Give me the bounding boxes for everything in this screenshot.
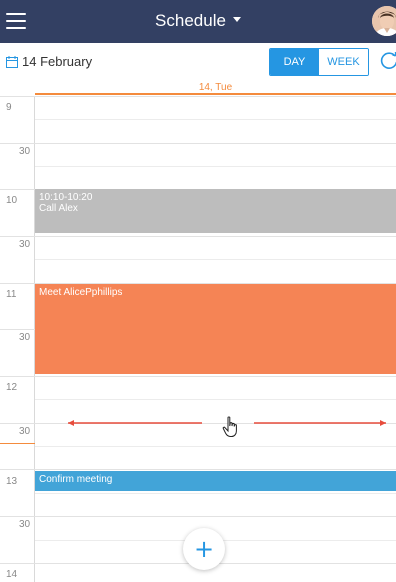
half-hour-label: 30 xyxy=(19,426,31,437)
refresh-icon[interactable] xyxy=(378,50,396,72)
event-title: Meet AlicePphillips xyxy=(39,287,123,298)
view-toggle: DAY WEEK xyxy=(269,48,369,76)
hour-line xyxy=(0,469,396,470)
toolbar: 14 February DAY WEEK xyxy=(0,43,396,81)
day-column-header: 14, Tue xyxy=(35,81,396,95)
quarter-line xyxy=(35,493,396,494)
plus-icon: + xyxy=(193,535,215,563)
title-dropdown[interactable]: Schedule xyxy=(0,11,396,31)
hour-label: 9 xyxy=(6,102,12,113)
quarter-line xyxy=(35,259,396,260)
date-picker[interactable]: 14 February xyxy=(6,54,92,69)
quarter-line xyxy=(35,166,396,167)
right-arrow-icon xyxy=(254,420,386,426)
half-hour-line xyxy=(0,516,396,517)
event-time: 10:10-10:20 xyxy=(39,192,93,203)
event-confirm-meeting[interactable]: Confirm meeting xyxy=(35,471,396,491)
event-title: Call Alex xyxy=(39,203,78,214)
day-view-button[interactable]: DAY xyxy=(270,49,319,75)
hour-label: 10 xyxy=(6,195,18,206)
avatar-image xyxy=(372,6,396,36)
half-hour-label: 30 xyxy=(19,239,31,250)
hour-label: 11 xyxy=(6,289,17,300)
hand-cursor-icon xyxy=(222,416,237,437)
hour-label: 13 xyxy=(6,476,18,487)
left-arrow-icon xyxy=(68,420,202,426)
current-time-marker xyxy=(0,443,35,444)
app-header: Schedule xyxy=(0,0,396,43)
hour-line xyxy=(0,96,396,97)
add-event-button[interactable]: + xyxy=(183,528,225,570)
page-title: Schedule xyxy=(155,11,226,30)
hour-line xyxy=(0,376,396,377)
calendar-icon xyxy=(6,56,18,68)
hour-label: 12 xyxy=(6,382,18,393)
half-hour-label: 30 xyxy=(19,146,31,157)
event-call-alex[interactable]: 10:10-10:20 Call Alex xyxy=(35,189,396,233)
week-view-button[interactable]: WEEK xyxy=(319,49,368,75)
event-title: Confirm meeting xyxy=(39,474,113,485)
quarter-line xyxy=(35,119,396,120)
caret-down-icon xyxy=(232,17,241,23)
hour-label: 14 xyxy=(6,569,18,580)
quarter-line xyxy=(35,399,396,400)
quarter-line xyxy=(35,446,396,447)
event-meet-alice[interactable]: Meet AlicePphillips xyxy=(35,284,396,374)
half-hour-label: 30 xyxy=(19,519,31,530)
half-hour-label: 30 xyxy=(19,332,31,343)
current-date: 14 February xyxy=(22,54,93,69)
avatar[interactable] xyxy=(372,6,396,36)
half-hour-line xyxy=(0,236,396,237)
half-hour-line xyxy=(0,143,396,144)
